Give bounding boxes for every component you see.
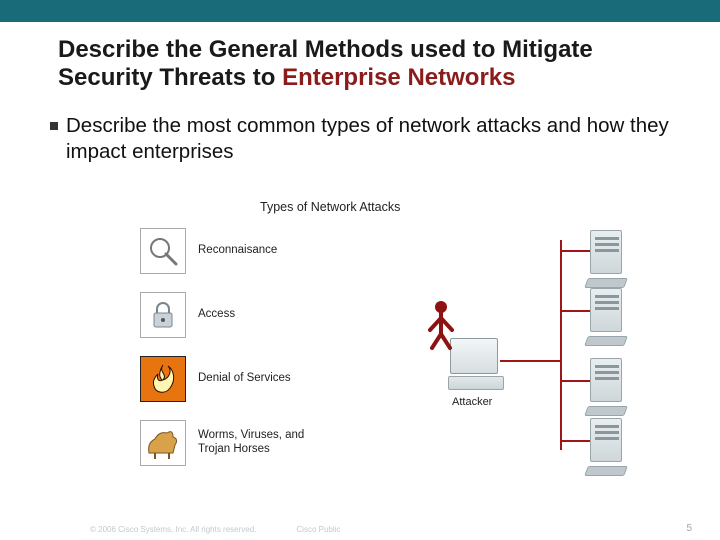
attacker-label: Attacker [452, 396, 492, 408]
diagram-title: Types of Network Attacks [260, 200, 400, 214]
bullet-marker-icon [50, 122, 58, 130]
wire [560, 440, 590, 442]
bullet-row: Describe the most common types of networ… [50, 113, 670, 164]
person-icon [428, 300, 454, 350]
network-scene: Attacker [440, 230, 660, 490]
server-icon [590, 358, 632, 412]
attack-item-reconnaissance: Reconnaisance [140, 228, 277, 274]
wire [500, 360, 560, 362]
page-number: 5 [686, 523, 692, 534]
trojan-horse-icon [140, 420, 186, 466]
padlock-icon [140, 292, 186, 338]
server-icon [590, 418, 632, 472]
attack-label: Reconnaisance [198, 244, 277, 258]
server-icon [590, 288, 632, 342]
wire [560, 250, 590, 252]
wire [560, 310, 590, 312]
computer-icon [450, 338, 508, 394]
top-accent-bar [0, 0, 720, 22]
footer: © 2006 Cisco Systems, Inc. All rights re… [90, 525, 340, 534]
slide-title: Describe the General Methods used to Mit… [58, 36, 670, 91]
fire-icon [140, 356, 186, 402]
diagram-area: Types of Network Attacks Reconnaisance A… [140, 200, 660, 510]
magnifier-icon [140, 228, 186, 274]
slide-title-block: Describe the General Methods used to Mit… [0, 22, 720, 99]
footer-copyright: © 2006 Cisco Systems, Inc. All rights re… [90, 525, 256, 534]
attack-label: Worms, Viruses, and Trojan Horses [198, 429, 328, 457]
attack-item-access: Access [140, 292, 235, 338]
bullet-text: Describe the most common types of networ… [66, 113, 670, 164]
attack-item-dos: Denial of Services [140, 356, 291, 402]
title-line-2-accent: Enterprise Networks [282, 64, 515, 91]
title-line-1: Describe the General Methods used to Mit… [58, 36, 593, 63]
title-line-2-plain: Security Threats to [58, 64, 282, 91]
server-icon [590, 230, 632, 284]
attack-label: Denial of Services [198, 372, 291, 386]
slide-body: Describe the most common types of networ… [0, 99, 720, 164]
network-bus-line [560, 240, 562, 450]
attack-item-malware: Worms, Viruses, and Trojan Horses [140, 420, 328, 466]
footer-classification: Cisco Public [296, 525, 340, 534]
wire [560, 380, 590, 382]
attack-label: Access [198, 308, 235, 322]
